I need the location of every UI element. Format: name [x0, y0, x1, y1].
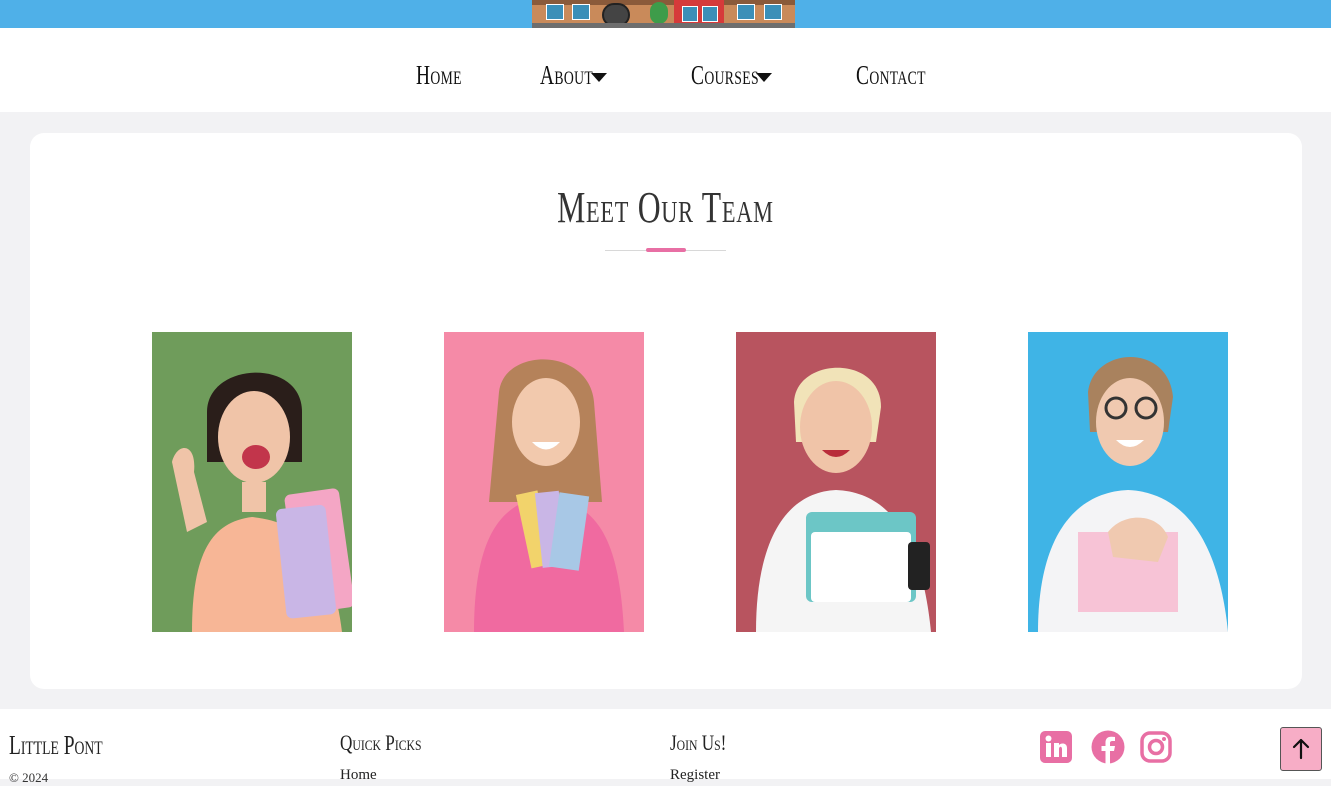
title-divider-accent	[646, 248, 686, 252]
back-to-top-button[interactable]	[1280, 727, 1322, 771]
nav-courses-dropdown[interactable]: Courses	[691, 58, 759, 92]
nav-home-link[interactable]: Home	[416, 58, 462, 92]
team-member-2-photo	[444, 332, 644, 632]
facebook-icon[interactable]	[1091, 730, 1125, 764]
footer-brand: Little Pont	[9, 730, 103, 760]
storefront-banner-image	[532, 0, 795, 28]
footer-home-link[interactable]: Home	[340, 767, 377, 784]
team-section-title: Meet Our Team	[557, 183, 774, 232]
arrow-up-icon	[1292, 738, 1310, 760]
linkedin-icon[interactable]	[1039, 730, 1073, 764]
about-chevron-down-icon[interactable]	[591, 73, 607, 82]
nav-about-dropdown[interactable]: About	[540, 58, 593, 92]
footer-copyright: © 2024	[9, 770, 49, 785]
footer-register-link[interactable]: Register	[670, 767, 720, 784]
main-navigation: Home About Courses Contact	[0, 28, 1331, 112]
team-member-4-photo	[1028, 332, 1228, 632]
instagram-icon[interactable]	[1139, 730, 1173, 764]
footer	[0, 709, 1331, 779]
nav-contact-link[interactable]: Contact	[856, 58, 926, 92]
team-member-1-photo	[152, 332, 352, 632]
team-member-3-photo	[736, 332, 936, 632]
footer-quick-picks-title: Quick Picks	[340, 730, 422, 755]
courses-chevron-down-icon[interactable]	[756, 73, 772, 82]
footer-join-title: Join Us!	[670, 730, 727, 755]
